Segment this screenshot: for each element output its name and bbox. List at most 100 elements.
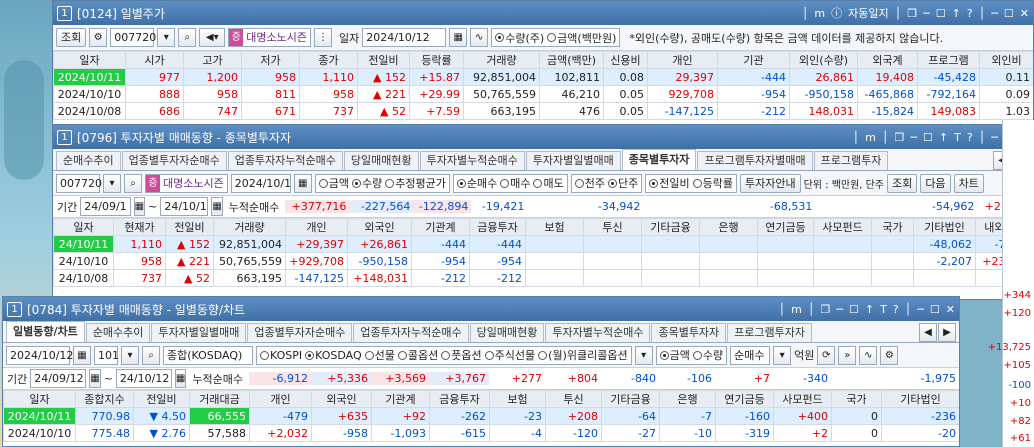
radio-avg-price[interactable]: 추정평균가 bbox=[385, 175, 446, 191]
radio-quantity[interactable]: 수량 bbox=[351, 175, 382, 191]
window-control-icon[interactable]: m bbox=[865, 131, 876, 144]
trade-type-select[interactable]: 순매수 bbox=[730, 345, 771, 365]
window-controls[interactable]: │ m ⓘ 자동일지 │ ❐ ─ ☐ ↑? │ ─ ☐ ✕ bbox=[802, 5, 1029, 21]
tab-투자자별누적순매수[interactable]: 투자자별누적순매수 bbox=[545, 323, 651, 342]
code-input[interactable]: 007720 bbox=[56, 173, 102, 193]
tab-당일매매현황[interactable]: 당일매매현황 bbox=[343, 151, 419, 170]
code-input[interactable]: 101 bbox=[94, 345, 119, 365]
tab-투자자별일별매매[interactable]: 투자자별일별매매 bbox=[151, 323, 247, 342]
window-control-icon[interactable]: │ bbox=[853, 131, 860, 144]
window-control-icon[interactable]: T bbox=[954, 131, 961, 144]
calendar-icon[interactable]: ▦ bbox=[174, 369, 187, 388]
tab-next-icon[interactable]: ▶ bbox=[938, 323, 956, 342]
search-icon[interactable]: ⌕ bbox=[178, 28, 197, 47]
window-control-icon[interactable]: ↑ bbox=[865, 303, 874, 316]
title-bar[interactable]: 1 [0124] 일별주가 │ m ⓘ 자동일지 │ ❐ ─ ☐ ↑? │ ─ ☐ ✕ bbox=[53, 1, 1033, 25]
window-control-icon[interactable]: ─ bbox=[836, 303, 843, 316]
window-control-icon[interactable]: │ bbox=[895, 7, 902, 20]
radio-kospi[interactable]: KOSPI bbox=[260, 349, 302, 362]
window-control-icon[interactable]: ↑ bbox=[939, 131, 948, 144]
window-control-icon[interactable]: ─ bbox=[910, 131, 917, 144]
radio-amount[interactable]: 금액 bbox=[318, 175, 349, 191]
radio-weekly-call[interactable]: (월)위클리콜옵션 bbox=[538, 347, 628, 363]
period-from-input[interactable]: 24/09/12 bbox=[30, 369, 87, 388]
radio-put[interactable]: 풋옵션 bbox=[441, 347, 482, 363]
calendar-icon[interactable]: ▦ bbox=[89, 369, 101, 388]
window-control-icon[interactable]: T bbox=[880, 303, 887, 316]
tab-업종투자자누적순매수[interactable]: 업종투자자누적순매수 bbox=[227, 151, 343, 170]
window-control-icon[interactable]: ? bbox=[967, 131, 973, 144]
calendar-icon[interactable]: ▦ bbox=[449, 28, 468, 47]
radio-net-buy[interactable]: 순매수 bbox=[456, 175, 497, 191]
window-control-icon[interactable]: ❐ bbox=[894, 131, 904, 144]
query-button[interactable]: 조회 bbox=[887, 173, 918, 193]
tab-순매수추이[interactable]: 순매수추이 bbox=[56, 151, 121, 170]
dropdown-icon[interactable]: ▾ bbox=[103, 173, 121, 193]
stock-name-field[interactable]: 증 대명소노시즌 bbox=[228, 28, 311, 47]
window-control-icon[interactable]: ✕ bbox=[946, 303, 955, 316]
window-control-icon[interactable]: │ bbox=[979, 7, 986, 20]
radio-futures[interactable]: 선물 bbox=[364, 347, 395, 363]
window-control-icon[interactable]: │ bbox=[808, 303, 815, 316]
tab-업종별투자자순매수[interactable]: 업종별투자자순매수 bbox=[247, 323, 353, 342]
tab-프로그램투자[interactable]: 프로그램투자 bbox=[813, 151, 889, 170]
tab-당일매매현황[interactable]: 당일매매현황 bbox=[469, 323, 545, 342]
radio-change-rate[interactable]: 등락률 bbox=[692, 175, 733, 191]
window-control-icon[interactable]: ? bbox=[967, 7, 973, 20]
radio-amount[interactable]: 금액(백만원) bbox=[547, 30, 616, 46]
window-control-icon[interactable]: │ bbox=[779, 303, 786, 316]
radio-single[interactable]: 단주 bbox=[607, 175, 638, 191]
calendar-icon[interactable]: ▦ bbox=[133, 197, 146, 216]
investor-guide-button[interactable]: 투자자안내 bbox=[739, 173, 801, 193]
settings-icon[interactable]: ⚙ bbox=[880, 345, 899, 365]
dropdown-icon[interactable]: ▾ bbox=[634, 345, 653, 365]
search-icon[interactable]: ⌕ bbox=[142, 345, 160, 365]
calendar-icon[interactable]: ▦ bbox=[73, 345, 91, 365]
fast-forward-icon[interactable]: » bbox=[838, 345, 857, 365]
window-control-icon[interactable]: m bbox=[791, 303, 802, 316]
tab-종목별투자자[interactable]: 종목별투자자 bbox=[651, 323, 727, 342]
table-row[interactable]: 2024/10/11 977 1,200 958 1,110 ▲ 152 +15.87 92,… bbox=[53, 68, 1033, 86]
table-row[interactable]: 24/10/10 958 ▲ 221 50,765,559 +929,708 -950,1… bbox=[53, 252, 1033, 270]
next-button[interactable]: 다음 bbox=[920, 173, 951, 193]
table-row[interactable]: 2024/10/11 770.98 ▼ 4.50 66,555 -479 +635 +92-… bbox=[3, 407, 959, 425]
radio-quantity[interactable]: 수량 bbox=[692, 347, 723, 363]
date-input[interactable]: 2024/10/12 bbox=[6, 345, 73, 365]
window-control-icon[interactable]: ─ bbox=[991, 131, 998, 144]
window-control-icon[interactable]: ❐ bbox=[820, 303, 830, 316]
window-control-icon[interactable]: ☐ bbox=[936, 7, 946, 20]
tab-투자자별일별매매[interactable]: 투자자별일별매매 bbox=[525, 151, 621, 170]
tab-프로그램투자자[interactable]: 프로그램투자자 bbox=[727, 323, 813, 342]
refresh-icon[interactable]: ⟳ bbox=[817, 345, 836, 365]
period-to-input[interactable]: 24/10/1 bbox=[160, 197, 209, 216]
title-bar[interactable]: 1 [0784] 투자자별 매매동향 - 일별동향/차트 │ m │ ❐ ─ ☐ ↑ T? │ ─… bbox=[3, 297, 959, 321]
radio-kosdaq[interactable]: KOSDAQ bbox=[305, 349, 362, 362]
code-input[interactable]: 007720 bbox=[110, 28, 156, 47]
date-input[interactable]: 2024/10/12 bbox=[362, 28, 447, 47]
window-control-icon[interactable]: ✕ bbox=[1020, 7, 1029, 20]
tab-투자자별누적순매수[interactable]: 투자자별누적순매수 bbox=[419, 151, 525, 170]
window-control-icon[interactable]: ─ bbox=[917, 303, 924, 316]
period-from-input[interactable]: 24/09/1 bbox=[80, 197, 131, 216]
query-button[interactable]: 조회 bbox=[56, 28, 87, 47]
list-icon[interactable]: ⋮ bbox=[313, 28, 332, 47]
window-control-icon[interactable]: │ bbox=[802, 7, 809, 20]
settings-icon[interactable]: ⚙ bbox=[89, 28, 108, 47]
chart-icon[interactable]: ∿ bbox=[859, 345, 878, 365]
window-control-icon[interactable]: │ bbox=[882, 131, 889, 144]
radio-prev-diff[interactable]: 전일비 bbox=[649, 175, 690, 191]
radio-sell[interactable]: 매도 bbox=[533, 175, 564, 191]
chart-button[interactable]: 차트 bbox=[953, 173, 984, 193]
table-row[interactable]: 24/10/11 1,110 ▲ 152 92,851,004 +29,397 +26,8… bbox=[53, 235, 1033, 253]
radio-amount[interactable]: 금액 bbox=[659, 347, 690, 363]
window-control-icon[interactable]: ☐ bbox=[923, 131, 933, 144]
tab-종목별투자자[interactable]: 종목별투자자 bbox=[621, 149, 697, 170]
tab-일별동향/차트[interactable]: 일별동향/차트 bbox=[6, 321, 85, 342]
radio-thousand[interactable]: 천주 bbox=[574, 175, 605, 191]
window-control-icon[interactable]: 자동일지 bbox=[848, 5, 888, 21]
calendar-icon[interactable]: ▦ bbox=[211, 197, 223, 216]
window-control-icon[interactable]: ☐ bbox=[930, 303, 940, 316]
table-row[interactable]: 2024/10/10 888 958 811 958 ▲ 221 +29.99 50,765,… bbox=[53, 85, 1033, 103]
window-control-icon[interactable]: ↑ bbox=[952, 7, 961, 20]
radio-buy[interactable]: 매수 bbox=[500, 175, 530, 191]
